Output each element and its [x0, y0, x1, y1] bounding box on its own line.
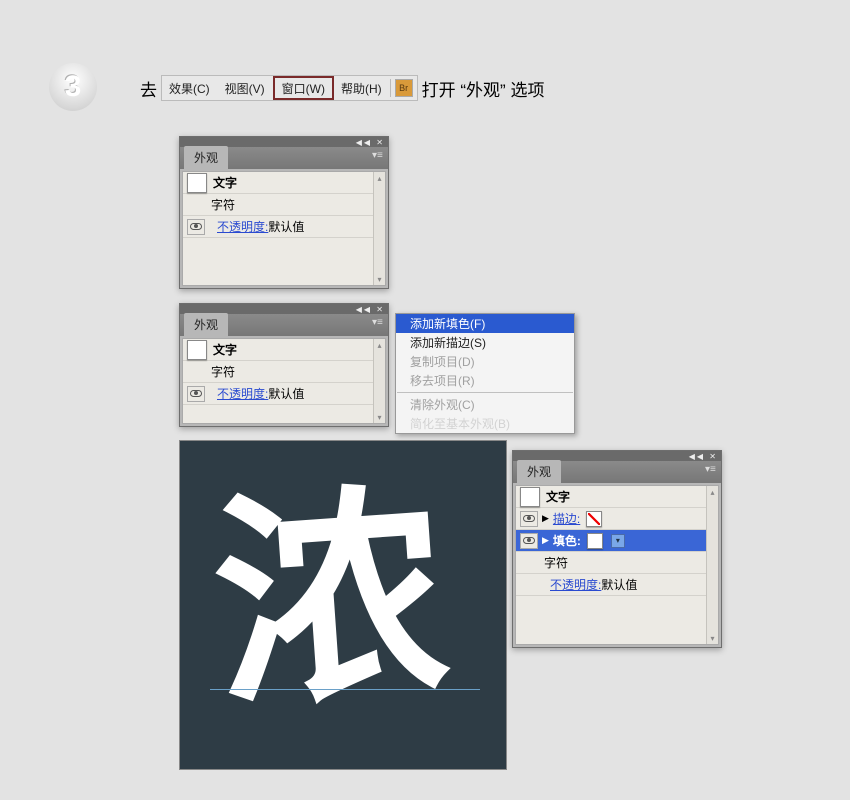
fill-swatch[interactable] [587, 533, 603, 549]
menu-view[interactable]: 视图(V) [218, 76, 273, 100]
eye-icon [523, 515, 535, 522]
stroke-swatch-none[interactable] [586, 511, 602, 527]
artboard[interactable]: 浓 [179, 440, 507, 770]
panel-scrollbar[interactable]: ▴▾ [373, 339, 385, 423]
appearance-row-type[interactable]: 文字 [183, 339, 385, 361]
menu-window[interactable]: 窗口(W) [273, 76, 334, 100]
panel-body: 文字 ▶ 描边: ▶ 填色: ▾ 字符 不透明度: 默认值 ▴▾ [515, 485, 719, 645]
appearance-row-char[interactable]: 字符 [183, 361, 385, 383]
opacity-link[interactable]: 不透明度: [217, 218, 268, 235]
expand-icon[interactable]: ▶ [542, 513, 549, 524]
type-label: 文字 [546, 488, 570, 505]
menu-duplicate: 复制项目(D) [396, 352, 574, 371]
fill-dropdown-arrow[interactable]: ▾ [611, 534, 625, 548]
opacity-value: 默认值 [268, 218, 304, 235]
panel-scrollbar[interactable]: ▴▾ [373, 172, 385, 285]
type-swatch [187, 340, 207, 360]
expand-icon[interactable]: ▶ [542, 535, 549, 546]
eye-icon [523, 537, 535, 544]
opacity-link[interactable]: 不透明度: [550, 576, 601, 593]
panel-tabs: 外观 ▾≡ [180, 147, 388, 169]
text-baseline [210, 689, 480, 690]
appearance-row-type[interactable]: 文字 [516, 486, 718, 508]
visibility-toggle[interactable] [520, 533, 538, 549]
panel-tab-appearance[interactable]: 外观 [184, 146, 228, 169]
canvas-text[interactable]: 浓 [207, 479, 443, 724]
eye-icon [190, 223, 202, 230]
panel-flyout-menu: 添加新填色(F) 添加新描边(S) 复制项目(D) 移去项目(R) 清除外观(C… [395, 313, 575, 434]
instruction-prefix: 去 [140, 76, 157, 101]
opacity-value: 默认值 [268, 385, 304, 402]
type-swatch [187, 173, 207, 193]
menu-help[interactable]: 帮助(H) [334, 76, 390, 100]
appearance-panel-1: ◀◀ ✕ 外观 ▾≡ 文字 字符 不透明度: 默认值 ▴▾ [179, 136, 389, 289]
panel-flyout-icon[interactable]: ▾≡ [372, 150, 386, 164]
panel-tabs: 外观 ▾≡ [180, 314, 388, 336]
type-label: 文字 [213, 341, 237, 358]
visibility-toggle[interactable] [187, 219, 205, 235]
panel-body: 文字 字符 不透明度: 默认值 ▴▾ [182, 338, 386, 424]
appearance-row-fill[interactable]: ▶ 填色: ▾ [516, 530, 718, 552]
collapse-icon[interactable]: ◀◀ ✕ [689, 452, 718, 461]
appearance-row-char[interactable]: 字符 [183, 194, 385, 216]
appearance-row-opacity[interactable]: 不透明度: 默认值 [183, 383, 385, 405]
bridge-icon[interactable]: Br [395, 79, 413, 97]
menu-add-fill[interactable]: 添加新填色(F) [396, 314, 574, 333]
step-badge: 3 [49, 63, 97, 111]
visibility-toggle[interactable] [520, 511, 538, 527]
type-swatch [520, 487, 540, 507]
appearance-row-opacity[interactable]: 不透明度: 默认值 [183, 216, 385, 238]
collapse-icon[interactable]: ◀◀ ✕ [356, 305, 385, 314]
appearance-panel-2: ◀◀ ✕ 外观 ▾≡ 文字 字符 不透明度: 默认值 ▴▾ [179, 303, 389, 427]
panel-tab-appearance[interactable]: 外观 [517, 460, 561, 483]
fill-label: 填色: [553, 532, 581, 549]
panel-tab-appearance[interactable]: 外观 [184, 313, 228, 336]
menu-separator [397, 392, 573, 393]
menubar: 效果(C) 视图(V) 窗口(W) 帮助(H) Br [161, 75, 418, 101]
appearance-row-opacity[interactable]: 不透明度: 默认值 [516, 574, 718, 596]
char-label: 字符 [544, 554, 568, 571]
eye-icon [190, 390, 202, 397]
appearance-row-type[interactable]: 文字 [183, 172, 385, 194]
appearance-panel-3: ◀◀ ✕ 外观 ▾≡ 文字 ▶ 描边: ▶ 填色: ▾ 字符 [512, 450, 722, 648]
menu-clear: 清除外观(C) [396, 395, 574, 414]
instruction-suffix: 打开 “外观” 选项 [422, 76, 545, 101]
panel-body: 文字 字符 不透明度: 默认值 ▴▾ [182, 171, 386, 286]
panel-flyout-icon[interactable]: ▾≡ [705, 464, 719, 478]
menu-reduce: 简化至基本外观(B) [396, 414, 574, 433]
menubar-divider [390, 79, 391, 97]
appearance-row-stroke[interactable]: ▶ 描边: [516, 508, 718, 530]
char-label: 字符 [211, 363, 235, 380]
instruction-line: 去 效果(C) 视图(V) 窗口(W) 帮助(H) Br 打开 “外观” 选项 [140, 75, 544, 101]
menu-effects[interactable]: 效果(C) [162, 76, 218, 100]
stroke-link[interactable]: 描边: [553, 510, 580, 527]
opacity-value: 默认值 [601, 576, 637, 593]
panel-flyout-icon[interactable]: ▾≡ [372, 317, 386, 331]
menu-add-stroke[interactable]: 添加新描边(S) [396, 333, 574, 352]
type-label: 文字 [213, 174, 237, 191]
panel-scrollbar[interactable]: ▴▾ [706, 486, 718, 644]
menu-remove: 移去项目(R) [396, 371, 574, 390]
appearance-row-char[interactable]: 字符 [516, 552, 718, 574]
panel-tabs: 外观 ▾≡ [513, 461, 721, 483]
collapse-icon[interactable]: ◀◀ ✕ [356, 138, 385, 147]
char-label: 字符 [211, 196, 235, 213]
visibility-toggle[interactable] [187, 386, 205, 402]
opacity-link[interactable]: 不透明度: [217, 385, 268, 402]
